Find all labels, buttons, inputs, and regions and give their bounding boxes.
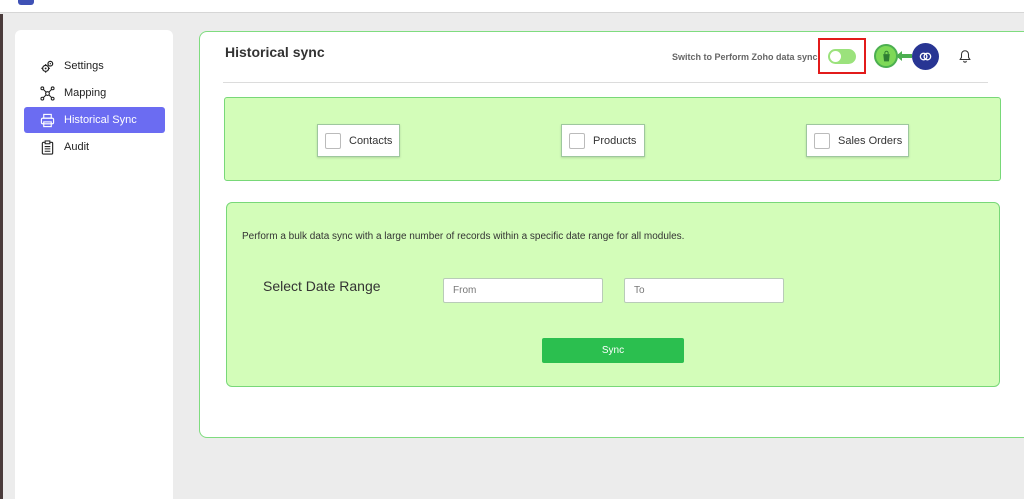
bell-icon[interactable]	[958, 49, 972, 63]
module-contacts[interactable]: Contacts	[317, 124, 400, 157]
module-products[interactable]: Products	[561, 124, 645, 157]
printer-icon	[40, 113, 55, 128]
to-date-input[interactable]	[624, 278, 784, 303]
sidebar-item-label: Historical Sync	[64, 114, 137, 126]
sync-button[interactable]: Sync	[542, 338, 684, 363]
mapping-icon	[40, 85, 55, 101]
toggle-highlight-box	[818, 38, 866, 74]
sidebar-item-audit[interactable]: Audit	[24, 134, 165, 160]
historical-sync-card: Historical sync Switch to Perform Zoho d…	[199, 31, 1024, 438]
header-divider	[223, 82, 988, 83]
sidebar-item-settings[interactable]: Settings	[24, 53, 165, 79]
modules-panel: Contacts Products Sales Orders	[224, 97, 1001, 181]
sidebar-item-historical-sync[interactable]: Historical Sync	[24, 107, 165, 133]
page-title: Historical sync	[225, 44, 325, 60]
sidebar-item-label: Audit	[64, 141, 90, 153]
gear-icon	[40, 59, 55, 74]
zoho-sync-toggle[interactable]	[828, 49, 856, 64]
date-range-label: Select Date Range	[263, 278, 381, 294]
sidebar-item-label: Settings	[64, 60, 104, 72]
top-bar	[0, 0, 1024, 13]
module-sales-orders[interactable]: Sales Orders	[806, 124, 909, 157]
module-label: Contacts	[349, 134, 393, 147]
arrow-connector-icon	[896, 51, 912, 61]
sidebar-item-mapping[interactable]: Mapping	[24, 80, 165, 106]
sales-orders-checkbox[interactable]	[814, 132, 830, 149]
switch-label: Switch to Perform Zoho data sync	[672, 52, 818, 62]
sidebar: Settings Mapping Historical Sync Audit	[15, 30, 173, 499]
from-date-input[interactable]	[443, 278, 603, 303]
app-logo	[18, 0, 34, 5]
zoho-icon	[912, 43, 939, 70]
sync-description: Perform a bulk data sync with a large nu…	[242, 231, 685, 242]
module-label: Sales Orders	[838, 134, 903, 147]
contacts-checkbox[interactable]	[325, 132, 341, 149]
shopify-icon	[874, 44, 898, 68]
module-label: Products	[593, 134, 637, 147]
clipboard-icon	[40, 139, 55, 155]
products-checkbox[interactable]	[569, 132, 585, 149]
window-edge	[0, 14, 3, 499]
date-range-sync-panel: Perform a bulk data sync with a large nu…	[226, 202, 1000, 387]
sidebar-item-label: Mapping	[64, 87, 107, 99]
